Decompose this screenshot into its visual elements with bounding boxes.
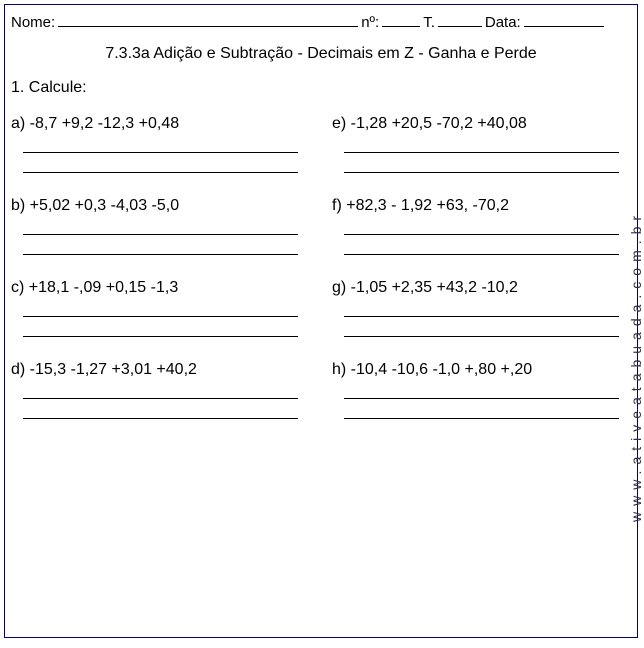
class-label: T.: [423, 14, 435, 31]
problem-text: g) -1,05 +2,35 +43,2 -10,2: [332, 279, 631, 297]
answer-line[interactable]: [344, 171, 619, 173]
answer-line[interactable]: [23, 397, 298, 399]
answer-line[interactable]: [344, 253, 619, 255]
watermark: www.ativeatabuada.com.br: [628, 104, 644, 628]
answer-line[interactable]: [23, 417, 298, 419]
answer-line[interactable]: [23, 151, 298, 153]
instruction: 1. Calcule:: [11, 79, 631, 97]
number-blank[interactable]: [382, 13, 420, 27]
worksheet-title: 7.3.3a Adição e Subtração - Decimais em …: [11, 45, 631, 63]
header-row: Nome: nº: T. Data:: [11, 13, 631, 31]
date-label: Data:: [485, 14, 521, 31]
name-label: Nome:: [11, 14, 55, 31]
problem-e: e) -1,28 +20,5 -70,2 +40,08: [332, 115, 631, 191]
answer-line[interactable]: [23, 315, 298, 317]
answer-line[interactable]: [344, 233, 619, 235]
answer-line[interactable]: [23, 171, 298, 173]
worksheet-page: Nome: nº: T. Data: 7.3.3a Adição e Subtr…: [4, 4, 638, 638]
problems-grid: a) -8,7 +9,2 -12,3 +0,48 b) +5,02 +0,3 -…: [11, 115, 631, 443]
problems-right-column: e) -1,28 +20,5 -70,2 +40,08 f) +82,3 - 1…: [332, 115, 631, 443]
problem-text: c) +18,1 -,09 +0,15 -1,3: [11, 279, 310, 297]
number-label: nº:: [361, 14, 379, 31]
problems-left-column: a) -8,7 +9,2 -12,3 +0,48 b) +5,02 +0,3 -…: [11, 115, 310, 443]
answer-line[interactable]: [23, 233, 298, 235]
problem-c: c) +18,1 -,09 +0,15 -1,3: [11, 279, 310, 355]
answer-line[interactable]: [344, 315, 619, 317]
problem-text: a) -8,7 +9,2 -12,3 +0,48: [11, 115, 310, 133]
problem-a: a) -8,7 +9,2 -12,3 +0,48: [11, 115, 310, 191]
problem-h: h) -10,4 -10,6 -1,0 +,80 +,20: [332, 361, 631, 437]
problem-text: f) +82,3 - 1,92 +63, -70,2: [332, 197, 631, 215]
problem-text: b) +5,02 +0,3 -4,03 -5,0: [11, 197, 310, 215]
answer-line[interactable]: [344, 151, 619, 153]
problem-text: e) -1,28 +20,5 -70,2 +40,08: [332, 115, 631, 133]
answer-line[interactable]: [344, 335, 619, 337]
problem-text: h) -10,4 -10,6 -1,0 +,80 +,20: [332, 361, 631, 379]
answer-line[interactable]: [23, 335, 298, 337]
class-blank[interactable]: [438, 13, 482, 27]
problem-f: f) +82,3 - 1,92 +63, -70,2: [332, 197, 631, 273]
problem-b: b) +5,02 +0,3 -4,03 -5,0: [11, 197, 310, 273]
date-blank[interactable]: [524, 13, 604, 27]
problem-text: d) -15,3 -1,27 +3,01 +40,2: [11, 361, 310, 379]
answer-line[interactable]: [344, 417, 619, 419]
name-blank[interactable]: [58, 13, 358, 27]
problem-g: g) -1,05 +2,35 +43,2 -10,2: [332, 279, 631, 355]
problem-d: d) -15,3 -1,27 +3,01 +40,2: [11, 361, 310, 437]
answer-line[interactable]: [23, 253, 298, 255]
answer-line[interactable]: [344, 397, 619, 399]
